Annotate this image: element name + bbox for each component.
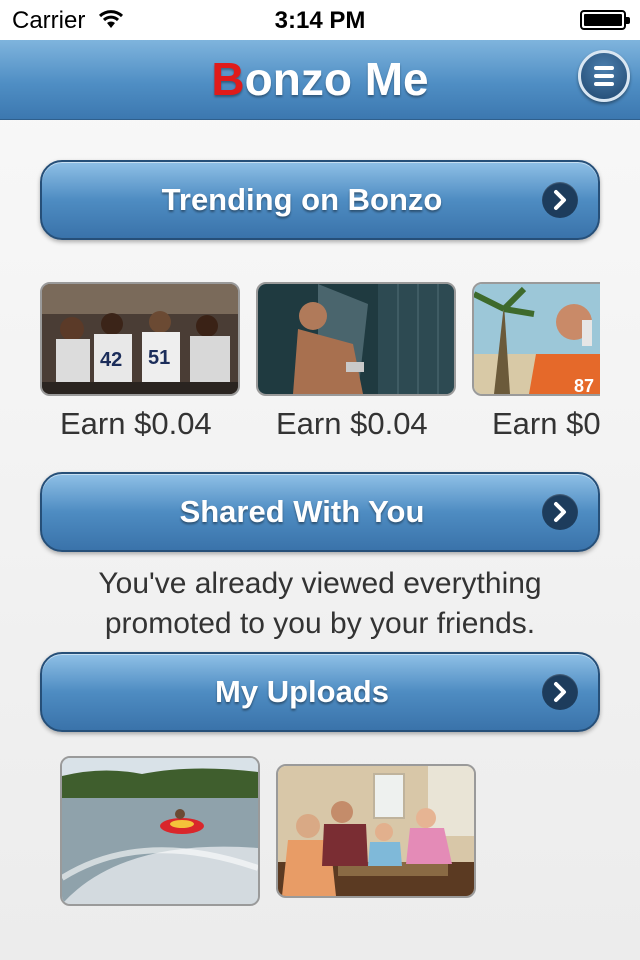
earn-label: Earn $0: [492, 406, 600, 441]
uploads-section-label: My Uploads: [215, 674, 389, 709]
svg-text:87: 87: [574, 376, 594, 394]
status-bar: Carrier 3:14 PM: [0, 0, 640, 40]
chevron-right-icon: [542, 182, 578, 218]
app-title-rest: onzo Me: [244, 53, 429, 105]
app-title-first-letter: B: [211, 53, 245, 105]
shared-empty-message: You've already viewed everything promote…: [40, 564, 600, 644]
chevron-right-icon: [542, 494, 578, 530]
shared-section-button[interactable]: Shared With You: [40, 472, 600, 552]
battery-icon: [580, 10, 630, 30]
nav-bar: Bonzo Me: [0, 40, 640, 120]
chevron-right-icon: [542, 674, 578, 710]
trending-section-label: Trending on Bonzo: [161, 182, 443, 217]
trending-carousel[interactable]: 42 51 Earn $0.04 Earn $0.04 87 Earn $0: [40, 282, 600, 452]
shared-message-line: promoted to you by your friends.: [104, 607, 536, 640]
shared-section-label: Shared With You: [179, 494, 425, 529]
upload-thumbnail[interactable]: [60, 756, 260, 906]
app-title: Bonzo Me: [0, 52, 640, 106]
uploads-section-button[interactable]: My Uploads: [40, 652, 600, 732]
trending-item[interactable]: 42 51 Earn $0.04: [40, 282, 240, 452]
trending-item[interactable]: Earn $0.04: [256, 282, 456, 452]
video-thumbnail: 87: [472, 282, 600, 396]
menu-button[interactable]: [578, 50, 630, 102]
trending-section-button[interactable]: Trending on Bonzo: [40, 160, 600, 240]
shared-message-line: You've already viewed everything: [98, 567, 542, 600]
earn-label: Earn $0.04: [60, 406, 212, 441]
upload-thumbnail[interactable]: [276, 764, 476, 898]
trending-item[interactable]: 87 Earn $0: [472, 282, 600, 452]
svg-text:51: 51: [148, 347, 170, 369]
earn-label: Earn $0.04: [276, 406, 428, 441]
video-thumbnail: 42 51: [40, 282, 240, 396]
video-thumbnail: [256, 282, 456, 396]
status-time: 3:14 PM: [274, 7, 366, 34]
svg-text:42: 42: [100, 349, 122, 371]
